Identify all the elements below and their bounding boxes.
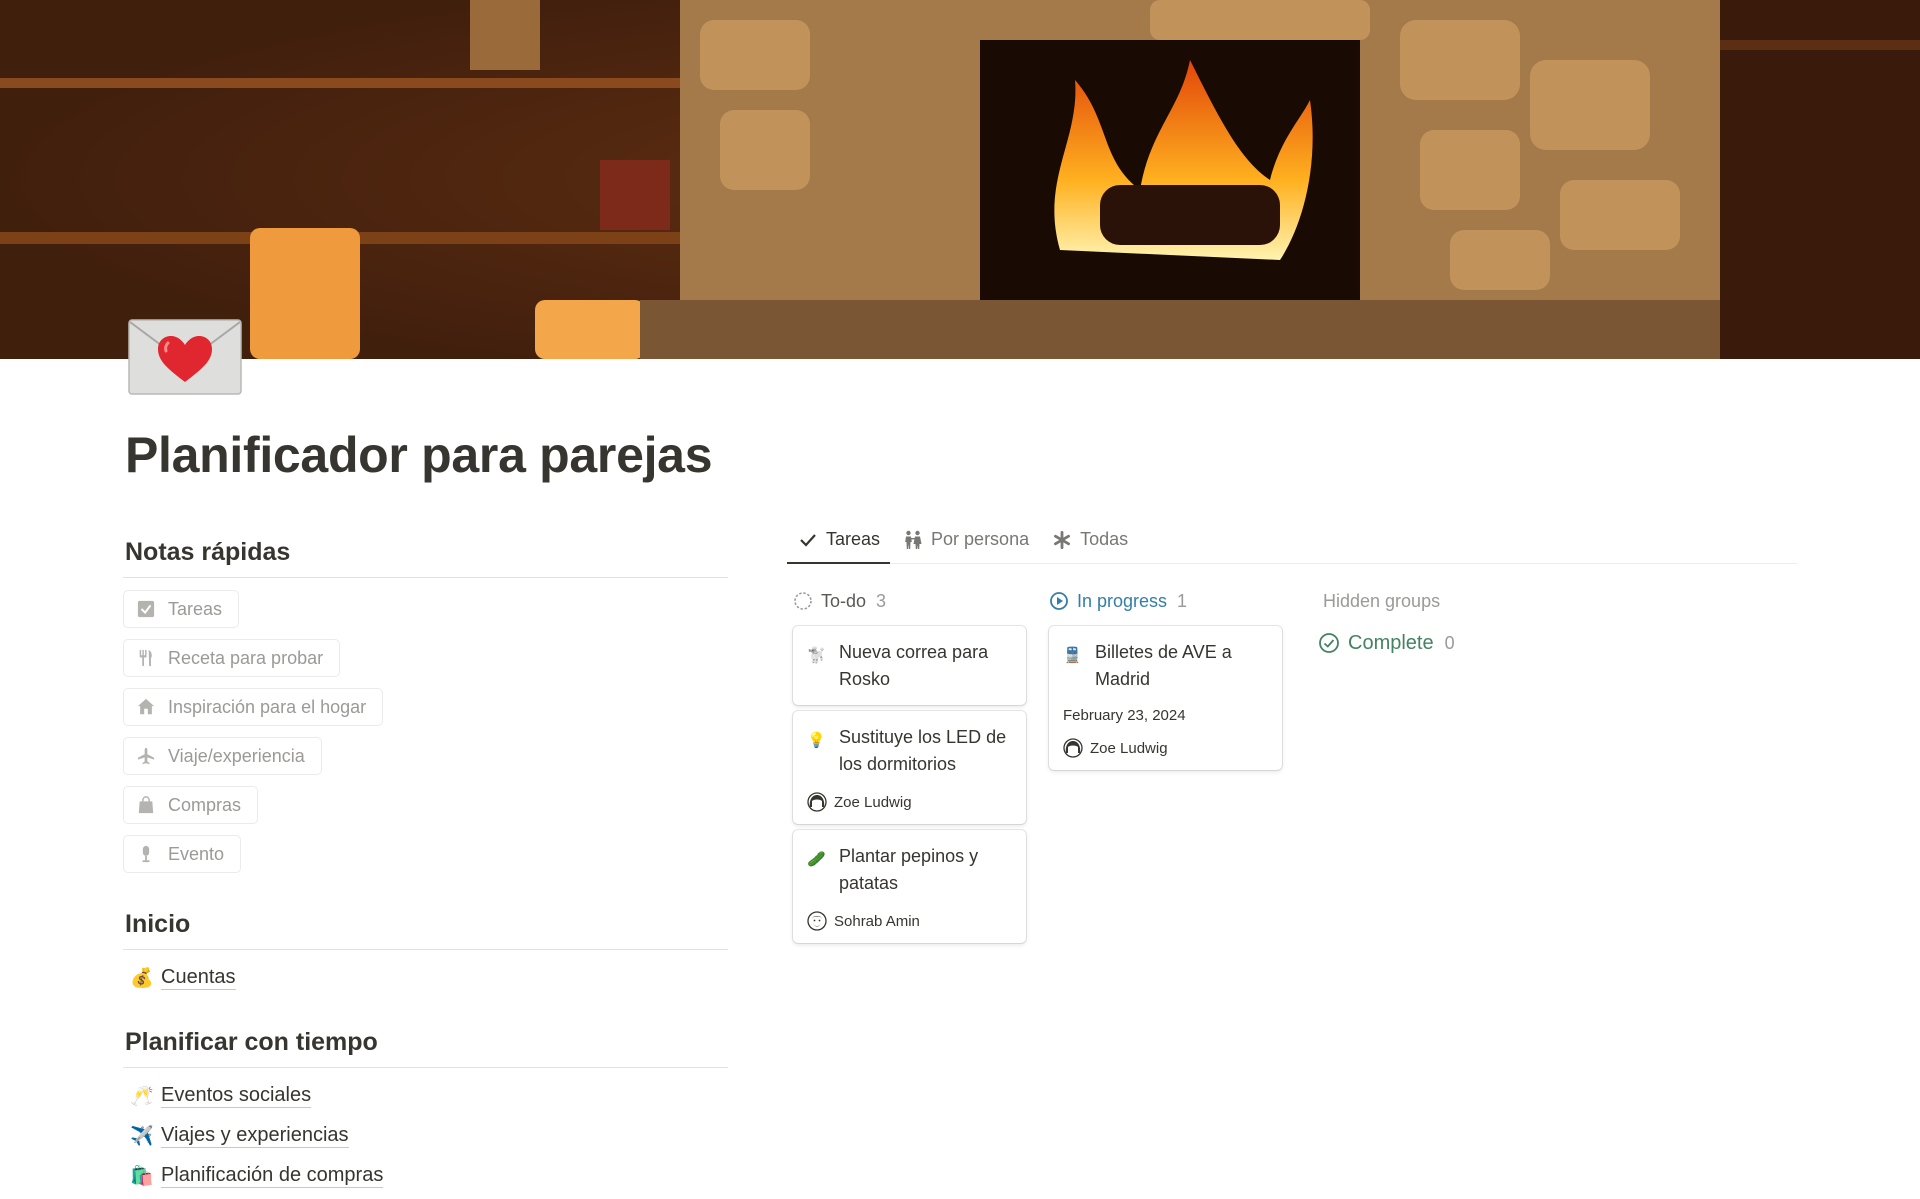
card-title-row: 🐩 Nueva correa para Rosko [807, 639, 1012, 693]
asterisk-icon [1051, 529, 1073, 551]
page-link-label: Planificación de compras [161, 1164, 384, 1188]
page-link-viajes-experiencias[interactable]: ✈️ Viajes y experiencias [123, 1120, 728, 1151]
card-title-row: 💡 Sustituye los LED de los dormitorios [807, 724, 1012, 778]
quick-button-label: Evento [168, 843, 225, 864]
divider [123, 577, 728, 578]
quick-button-label: Receta para probar [168, 647, 324, 668]
clinking-glasses-icon: 🥂 [130, 1085, 154, 1107]
checkbox-icon [136, 599, 156, 619]
heading-planificar: Planificar con tiempo [125, 1028, 378, 1056]
card-date: February 23, 2024 [1063, 707, 1186, 724]
planificar-links: 🥂 Eventos sociales ✈️ Viajes y experienc… [123, 1080, 728, 1191]
card-assignee: Zoe Ludwig [807, 792, 1012, 812]
airplane-icon [136, 746, 156, 766]
task-card[interactable]: 🥒 Plantar pepinos y patatas Sohrab Amin [793, 830, 1026, 943]
view-tabs: Tareas Por persona Todas [787, 517, 1797, 564]
group-count: 1 [1177, 590, 1188, 611]
todo-status-icon [793, 591, 813, 611]
train-icon: 🚆 [1063, 647, 1082, 664]
airplane-icon: ✈️ [130, 1125, 154, 1147]
quick-button-viaje[interactable]: Viaje/experiencia [123, 737, 322, 775]
card-title: Sustituye los LED de los dormitorios [839, 727, 1007, 774]
card-title-row: 🥒 Plantar pepinos y patatas [807, 843, 1012, 897]
hidden-group-complete[interactable]: Complete 0 [1317, 626, 1577, 660]
house-icon [136, 697, 156, 717]
quick-button-label: Inspiración para el hogar [168, 696, 367, 717]
tab-por-persona[interactable]: Por persona [892, 516, 1039, 563]
group-name: Complete [1348, 631, 1434, 654]
hidden-groups: Hidden groups Complete 0 [1317, 576, 1577, 660]
check-icon [797, 529, 819, 551]
heading-inicio: Inicio [125, 910, 191, 938]
card-assignee: Sohrab Amin [807, 911, 1012, 931]
group-todo: To-do 3 🐩 Nueva correa para Rosko 💡 Sust… [787, 576, 1037, 949]
group-count: 0 [1444, 632, 1455, 653]
inicio-links: 💰 Cuentas [123, 962, 728, 993]
card-title: Billetes de AVE a Madrid [1095, 642, 1232, 689]
assignee-name: Zoe Ludwig [834, 793, 912, 811]
group-name: In progress [1077, 590, 1168, 611]
group-header-todo[interactable]: To-do 3 [787, 576, 1037, 626]
board-columns: To-do 3 🐩 Nueva correa para Rosko 💡 Sust… [787, 576, 1797, 996]
quick-notes-buttons: Tareas Receta para probar Inspiración pa… [123, 590, 728, 873]
in-progress-status-icon [1049, 591, 1069, 611]
tab-tareas[interactable]: Tareas [787, 516, 891, 564]
tab-label: Tareas [826, 529, 881, 549]
avatar [807, 911, 827, 931]
poodle-icon: 🐩 [807, 647, 826, 664]
microphone-icon [136, 844, 156, 864]
group-header-in-progress[interactable]: In progress 1 [1043, 576, 1293, 626]
quick-button-inspiracion-hogar[interactable]: Inspiración para el hogar [123, 688, 384, 726]
task-card[interactable]: 💡 Sustituye los LED de los dormitorios Z… [793, 711, 1026, 824]
page-link-label: Cuentas [161, 966, 236, 990]
divider [123, 1067, 728, 1068]
fork-knife-icon [136, 648, 156, 668]
quick-button-evento[interactable]: Evento [123, 835, 242, 873]
money-bag-icon: 💰 [130, 967, 154, 989]
divider [123, 949, 728, 950]
left-column: Notas rápidas Tareas Receta para probar … [123, 527, 728, 1199]
tasks-board: Tareas Por persona Todas To-do 3 🐩 Nueva… [787, 517, 1797, 996]
group-count: 3 [876, 590, 887, 611]
assignee-name: Sohrab Amin [834, 912, 920, 930]
quick-button-compras[interactable]: Compras [123, 786, 259, 824]
tab-todas[interactable]: Todas [1041, 516, 1138, 563]
page-link-cuentas[interactable]: 💰 Cuentas [123, 962, 728, 993]
page-link-label: Viajes y experiencias [161, 1124, 349, 1148]
card-title: Plantar pepinos y patatas [839, 846, 979, 893]
card-assignee: Zoe Ludwig [1063, 738, 1268, 758]
love-letter-icon[interactable] [128, 319, 242, 395]
tab-label: Todas [1080, 529, 1129, 549]
task-card[interactable]: 🚆 Billetes de AVE a Madrid February 23, … [1049, 626, 1282, 770]
group-in-progress: In progress 1 🚆 Billetes de AVE a Madrid… [1043, 576, 1293, 776]
cover-image [0, 0, 1920, 359]
tab-label: Por persona [931, 529, 1030, 549]
card-title-row: 🚆 Billetes de AVE a Madrid [1063, 639, 1268, 693]
page-link-eventos-sociales[interactable]: 🥂 Eventos sociales [123, 1080, 728, 1111]
task-card[interactable]: 🐩 Nueva correa para Rosko [793, 626, 1026, 705]
heading-notas-rapidas: Notas rápidas [125, 538, 291, 566]
quick-button-label: Tareas [168, 598, 223, 619]
shopping-bags-icon: 🛍️ [130, 1165, 154, 1187]
light-bulb-icon: 💡 [807, 732, 826, 749]
quick-button-tareas[interactable]: Tareas [123, 590, 240, 628]
quick-button-label: Compras [168, 794, 242, 815]
page-title: Planificador para parejas [125, 427, 713, 483]
quick-button-label: Viaje/experiencia [168, 745, 305, 766]
people-icon [902, 529, 924, 551]
avatar [1063, 738, 1083, 758]
group-name: To-do [821, 590, 867, 611]
card-title: Nueva correa para Rosko [839, 642, 989, 689]
page-link-planificacion-compras[interactable]: 🛍️ Planificación de compras [123, 1160, 728, 1191]
hidden-groups-label: Hidden groups [1323, 591, 1441, 611]
quick-button-receta[interactable]: Receta para probar [123, 639, 341, 677]
page-link-label: Eventos sociales [161, 1084, 312, 1108]
avatar [807, 792, 827, 812]
shopping-bag-icon [136, 795, 156, 815]
complete-check-icon [1318, 632, 1340, 654]
assignee-name: Zoe Ludwig [1090, 739, 1168, 757]
cucumber-icon: 🥒 [807, 851, 826, 868]
